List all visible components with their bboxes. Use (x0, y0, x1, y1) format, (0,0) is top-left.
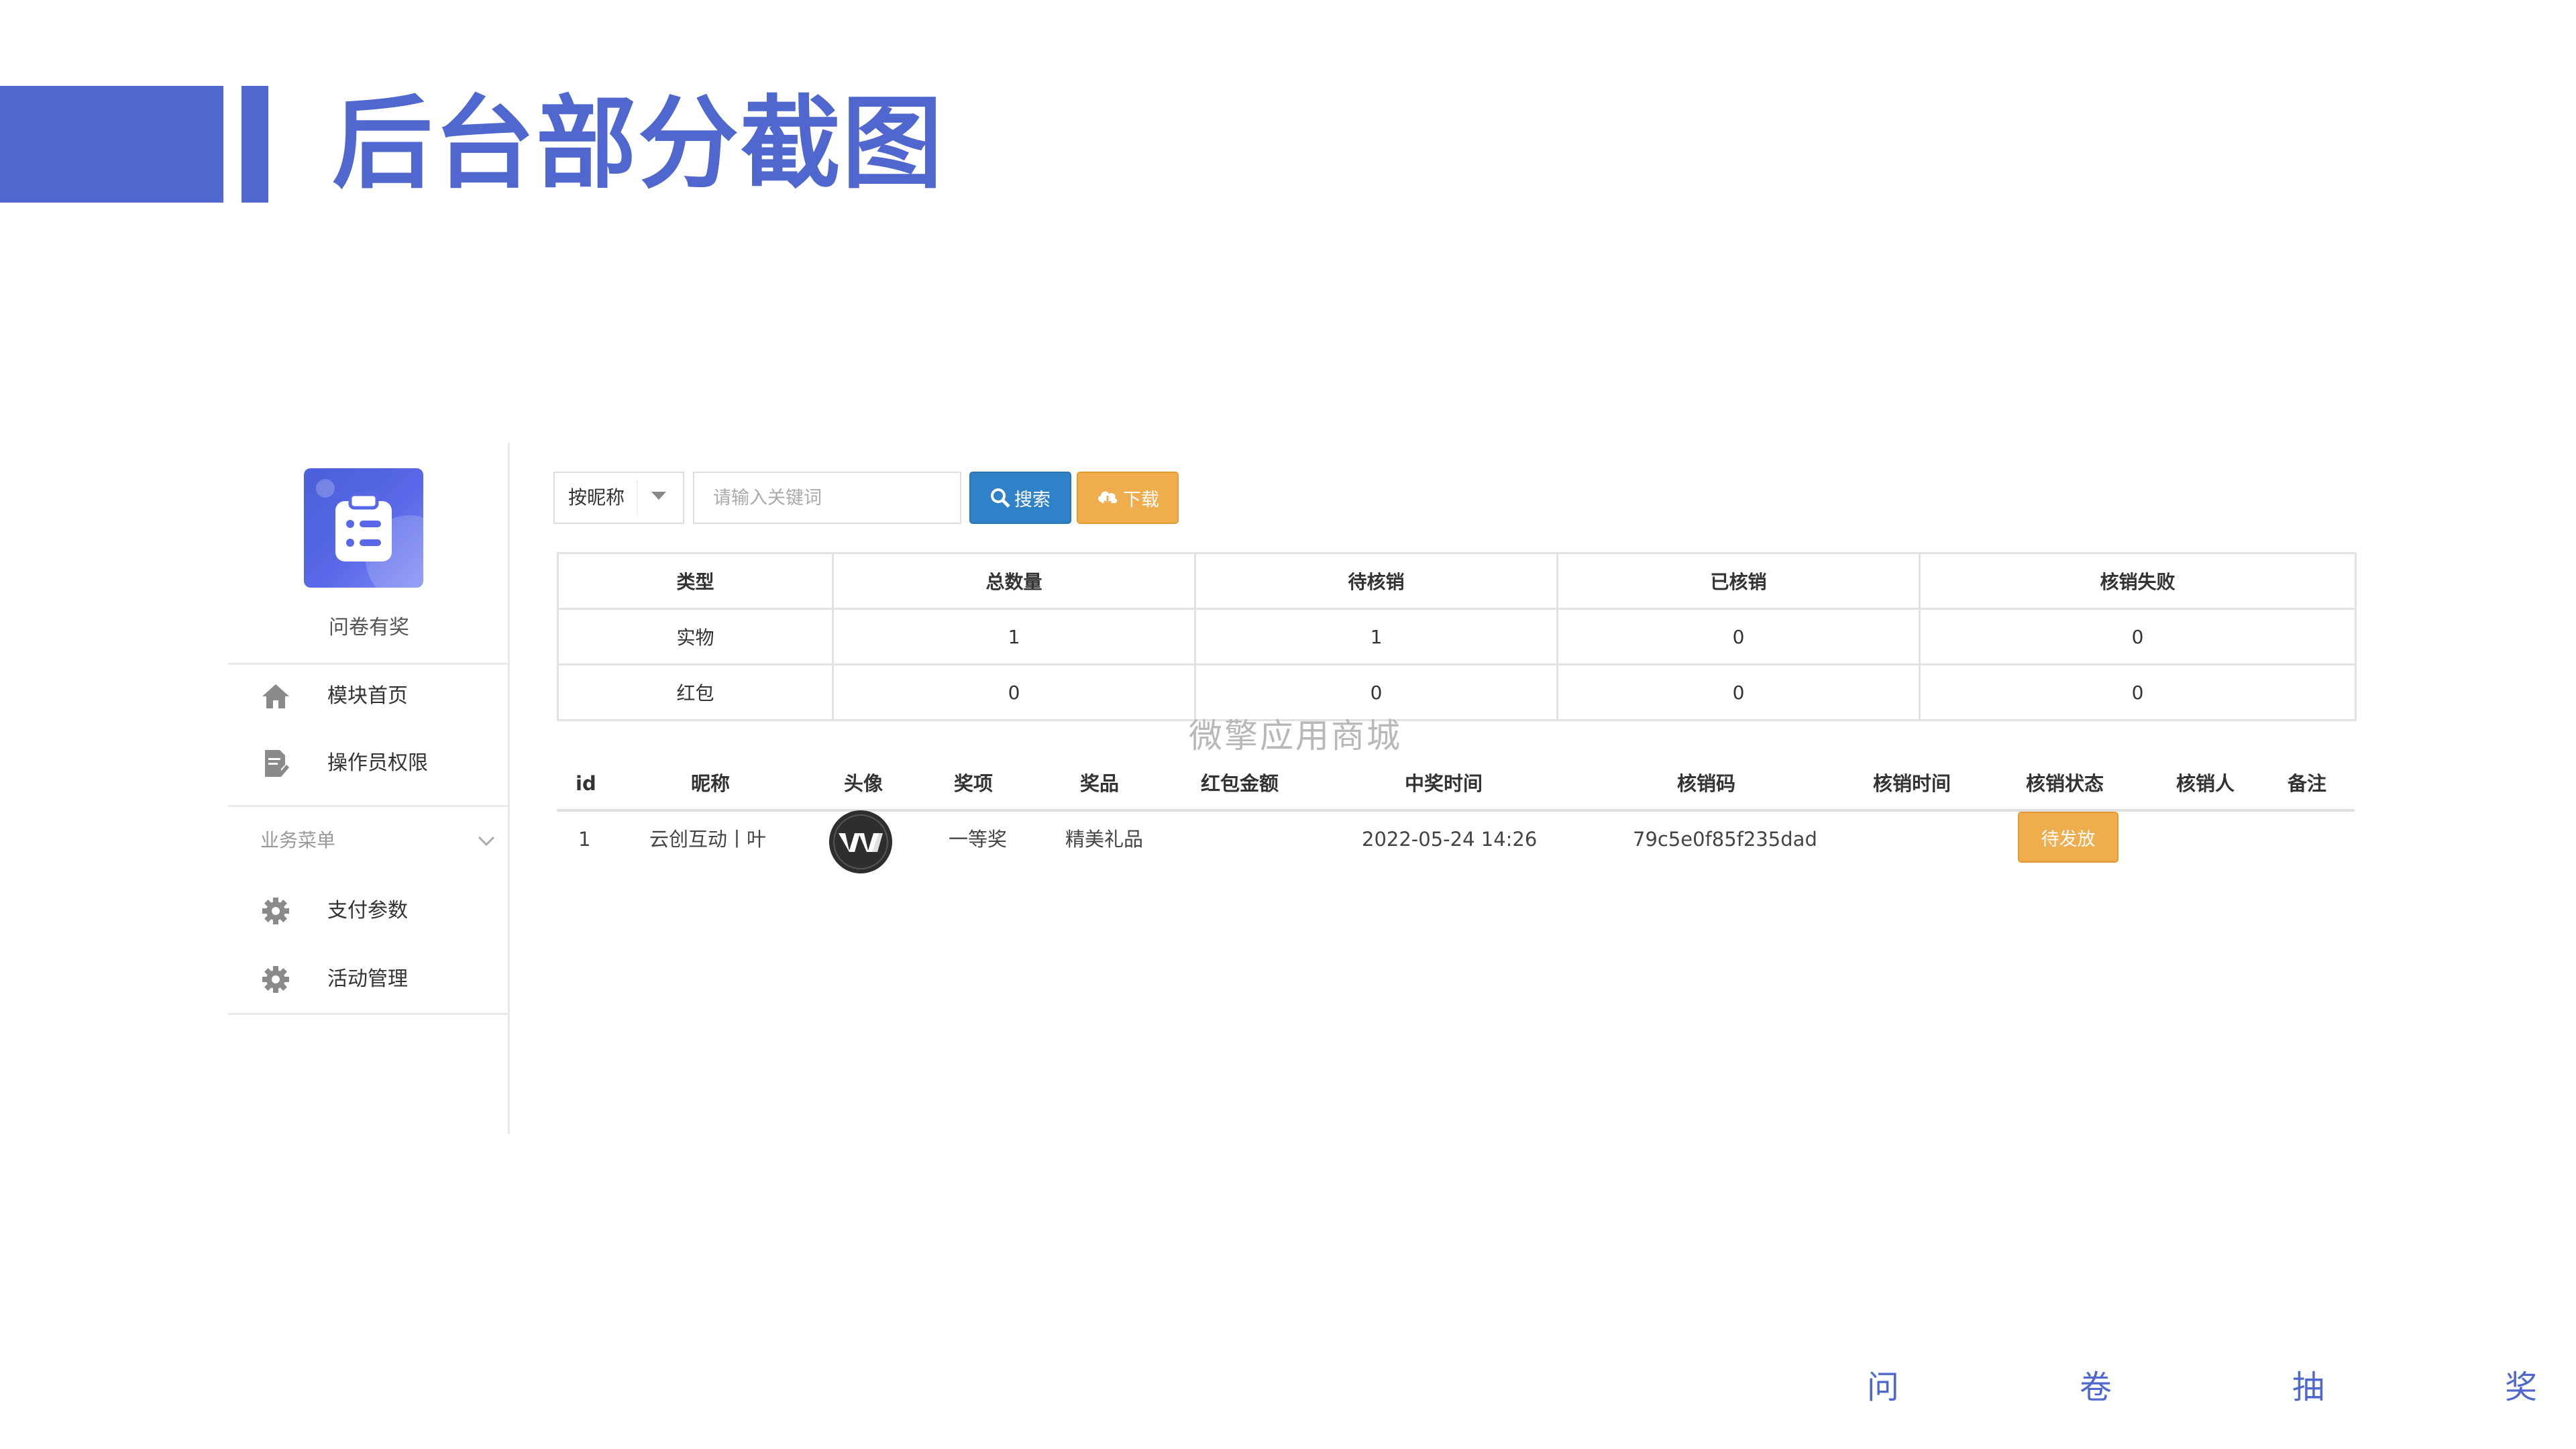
sidebar-item-home[interactable]: 模块首页 (228, 666, 510, 727)
column-header: 奖项 (954, 772, 994, 795)
home-icon (260, 681, 291, 712)
header-accent-bar (0, 86, 223, 203)
table-cell: 0 (1919, 608, 2357, 665)
sidebar-item-label: 支付参数 (327, 899, 408, 922)
column-header: 头像 (844, 772, 883, 795)
footer-char: 问 (1867, 1368, 1900, 1406)
search-input[interactable] (693, 472, 961, 524)
table-cell: 0 (1919, 663, 2357, 721)
table-header-row: 类型 总数量 待核销 已核销 核销失败 (557, 552, 2357, 610)
column-header: 中奖时间 (1405, 772, 1483, 795)
table-row: 红包 0 0 0 0 (557, 663, 2357, 721)
download-button[interactable]: 下载 (1077, 472, 1179, 524)
column-header: 已核销 (1556, 552, 1921, 610)
column-header: 奖品 (1080, 772, 1120, 795)
column-header: 备注 (2288, 772, 2327, 795)
cell-win-time: 2022-05-24 14:26 (1362, 828, 1538, 851)
clipboard-list-icon (335, 492, 392, 561)
cell-id: 1 (578, 828, 591, 851)
footer-char: 卷 (2080, 1368, 2112, 1406)
sidebar-divider (228, 805, 510, 807)
footer-char: 奖 (2505, 1368, 2538, 1406)
sidebar-group-label: 业务菜单 (260, 829, 336, 851)
table-cell: 0 (832, 663, 1196, 721)
table-cell: 红包 (557, 663, 834, 721)
app-logo (304, 468, 423, 588)
column-header: 红包金额 (1201, 772, 1279, 795)
table-cell: 实物 (557, 608, 834, 665)
app-name: 问卷有奖 (329, 616, 409, 639)
footer-char: 抽 (2292, 1368, 2325, 1406)
sidebar-item-label: 操作员权限 (327, 751, 428, 775)
cell-nickname: 云创互动丨叶 (649, 828, 767, 851)
cloud-download-icon (1097, 491, 1118, 507)
search-button[interactable]: 搜索 (969, 472, 1071, 524)
sidebar-item-payment-params[interactable]: 支付参数 (228, 881, 510, 941)
document-edit-icon (260, 748, 291, 779)
column-header: 核销码 (1677, 772, 1736, 795)
column-header: 核销时间 (1873, 772, 1951, 795)
header-accent-tick (241, 86, 268, 203)
sidebar-group-business-menu[interactable]: 业务菜单 (228, 810, 510, 871)
column-header: 核销失败 (1919, 552, 2357, 610)
search-field-select[interactable]: 按昵称 (553, 472, 684, 524)
search-icon (991, 488, 1010, 508)
column-header: 待核销 (1194, 552, 1558, 610)
table-cell: 1 (832, 608, 1196, 665)
caret-down-icon (651, 492, 666, 500)
sidebar-item-label: 模块首页 (327, 684, 408, 708)
slide-title: 后台部分截图 (332, 86, 945, 203)
gear-icon (260, 896, 291, 926)
detail-table-header: id 昵称 头像 奖项 奖品 红包金额 中奖时间 核销码 核销时间 核销状态 核… (557, 758, 2355, 812)
sidebar-item-activity-management[interactable]: 活动管理 (228, 949, 510, 1010)
status-pending-button[interactable]: 待发放 (2018, 812, 2118, 863)
column-header: 类型 (557, 552, 834, 610)
sidebar-item-label: 活动管理 (327, 967, 408, 991)
column-header: 核销状态 (2026, 772, 2104, 795)
column-header: 总数量 (832, 552, 1196, 610)
table-row: 实物 1 1 0 0 (557, 608, 2357, 665)
gear-icon (260, 964, 291, 995)
column-header: id (576, 772, 596, 795)
cell-prize-level: 一等奖 (949, 828, 1008, 851)
sidebar-divider (228, 1013, 510, 1015)
cell-prize: 精美礼品 (1065, 828, 1144, 851)
column-header: 昵称 (691, 772, 731, 795)
sidebar-item-operator-permissions[interactable]: 操作员权限 (228, 733, 510, 794)
admin-panel: 问卷有奖 模块首页 操作员权限 业务菜单 支付参数 活动管理 按昵称 请输入关键… (228, 443, 2361, 1134)
sidebar-divider (228, 663, 510, 665)
table-cell: 0 (1556, 663, 1921, 721)
column-header: 核销人 (2176, 772, 2235, 795)
table-cell: 0 (1556, 608, 1921, 665)
table-cell: 1 (1194, 608, 1558, 665)
watermark: 微擎应用商城 (1189, 716, 1402, 755)
chevron-down-icon (478, 836, 495, 847)
cell-verify-code: 79c5e0f85f235dad (1633, 828, 1817, 851)
sidebar: 问卷有奖 模块首页 操作员权限 业务菜单 支付参数 活动管理 (228, 443, 510, 1134)
summary-table: 类型 总数量 待核销 已核销 核销失败 实物 1 1 0 0 红包 0 0 0 … (557, 552, 2357, 721)
avatar (829, 810, 892, 873)
